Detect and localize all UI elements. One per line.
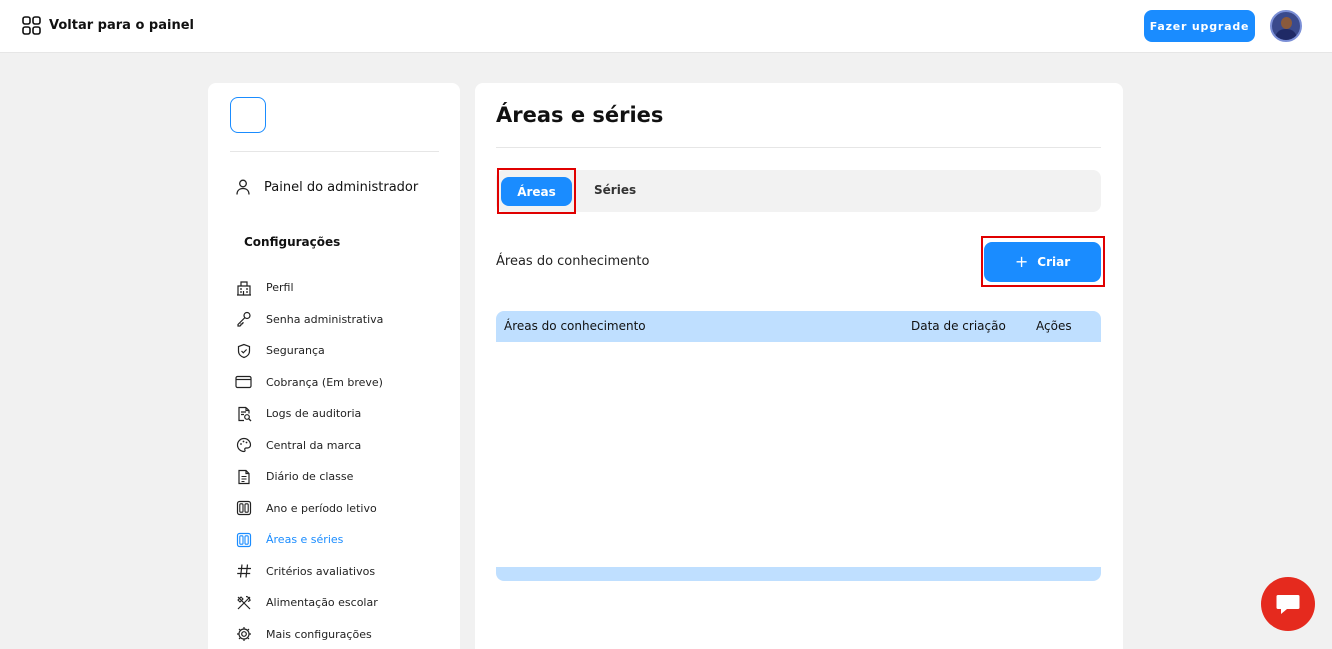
sidebar-item-areas-series[interactable]: Áreas e séries bbox=[235, 524, 383, 556]
sidebar-item-label: Logs de auditoria bbox=[266, 407, 362, 421]
column-header-created-date: Data de criação bbox=[911, 319, 1006, 333]
palette-icon bbox=[235, 437, 252, 454]
upgrade-button[interactable]: Fazer upgrade bbox=[1144, 10, 1255, 42]
sidebar-item-label: Ano e período letivo bbox=[266, 501, 377, 515]
sidebar-item-brand-center[interactable]: Central da marca bbox=[235, 430, 383, 462]
sidebar-item-school-food[interactable]: Alimentação escolar bbox=[235, 587, 383, 619]
document-search-icon bbox=[235, 405, 252, 422]
chat-button[interactable] bbox=[1261, 577, 1315, 631]
settings-menu: Perfil Senha administrativa Segurança Co… bbox=[235, 272, 383, 649]
card-icon bbox=[235, 374, 252, 391]
sidebar-item-school-year[interactable]: Ano e período letivo bbox=[235, 493, 383, 525]
sidebar-item-more-settings[interactable]: Mais configurações bbox=[235, 619, 383, 649]
sidebar-item-label: Alimentação escolar bbox=[266, 596, 378, 610]
areas-grid-icon bbox=[235, 531, 252, 548]
calendar-grid-icon bbox=[235, 500, 252, 517]
page-title: Áreas e séries bbox=[496, 103, 664, 127]
sidebar-item-label: Critérios avaliativos bbox=[266, 564, 376, 578]
top-bar: Voltar para o painel Fazer upgrade bbox=[0, 0, 1332, 53]
sidebar-item-label: Senha administrativa bbox=[266, 312, 384, 326]
highlight-box bbox=[981, 236, 1105, 287]
settings-section-title: Configurações bbox=[244, 235, 341, 249]
table-footer bbox=[496, 567, 1101, 581]
tabs-bar: Áreas Séries bbox=[496, 170, 1101, 212]
utensils-icon bbox=[235, 594, 252, 611]
journal-icon bbox=[235, 468, 252, 485]
tab-series[interactable]: Séries bbox=[594, 183, 636, 197]
sidebar-item-criteria[interactable]: Critérios avaliativos bbox=[235, 556, 383, 588]
column-header-actions: Ações bbox=[1036, 319, 1072, 333]
sidebar-item-label: Cobrança (Em breve) bbox=[266, 375, 383, 389]
back-to-dashboard-link[interactable]: Voltar para o painel bbox=[22, 16, 194, 35]
chat-icon bbox=[1276, 595, 1300, 614]
back-label: Voltar para o painel bbox=[49, 18, 194, 33]
gear-icon bbox=[235, 626, 252, 643]
grid-icon bbox=[22, 16, 41, 35]
key-icon bbox=[235, 311, 252, 328]
sidebar-item-label: Perfil bbox=[266, 281, 294, 295]
school-logo-placeholder[interactable] bbox=[230, 97, 266, 133]
sidebar-item-admin-password[interactable]: Senha administrativa bbox=[235, 304, 383, 336]
admin-panel-label: Painel do administrador bbox=[264, 179, 419, 195]
highlight-box bbox=[497, 168, 576, 214]
building-icon bbox=[235, 279, 252, 296]
sidebar-item-label: Áreas e séries bbox=[266, 533, 344, 547]
sidebar-item-perfil[interactable]: Perfil bbox=[235, 272, 383, 304]
title-divider bbox=[496, 147, 1101, 148]
sidebar-item-class-journal[interactable]: Diário de classe bbox=[235, 461, 383, 493]
sidebar-item-audit-logs[interactable]: Logs de auditoria bbox=[235, 398, 383, 430]
sidebar-item-label: Diário de classe bbox=[266, 470, 354, 484]
sidebar-item-billing[interactable]: Cobrança (Em breve) bbox=[235, 367, 383, 399]
sidebar-item-label: Segurança bbox=[266, 344, 325, 358]
shield-icon bbox=[235, 342, 252, 359]
user-avatar[interactable] bbox=[1270, 10, 1302, 42]
column-header-area: Áreas do conhecimento bbox=[504, 319, 646, 333]
avatar-body bbox=[1275, 29, 1297, 40]
avatar-head bbox=[1281, 17, 1292, 29]
person-icon bbox=[236, 179, 250, 195]
sidebar-item-label: Central da marca bbox=[266, 438, 362, 452]
hash-icon bbox=[235, 563, 252, 580]
sidebar-item-label: Mais configurações bbox=[266, 627, 372, 641]
table-header: Áreas do conhecimento Data de criação Aç… bbox=[496, 311, 1101, 342]
settings-sidebar: Painel do administrador Configurações Pe… bbox=[208, 83, 460, 649]
sidebar-item-security[interactable]: Segurança bbox=[235, 335, 383, 367]
sidebar-divider bbox=[230, 151, 439, 152]
section-subheading: Áreas do conhecimento bbox=[496, 254, 650, 269]
areas-series-panel: Áreas e séries Áreas Séries Áreas do con… bbox=[475, 83, 1123, 649]
sidebar-item-admin-panel[interactable]: Painel do administrador bbox=[236, 179, 418, 195]
